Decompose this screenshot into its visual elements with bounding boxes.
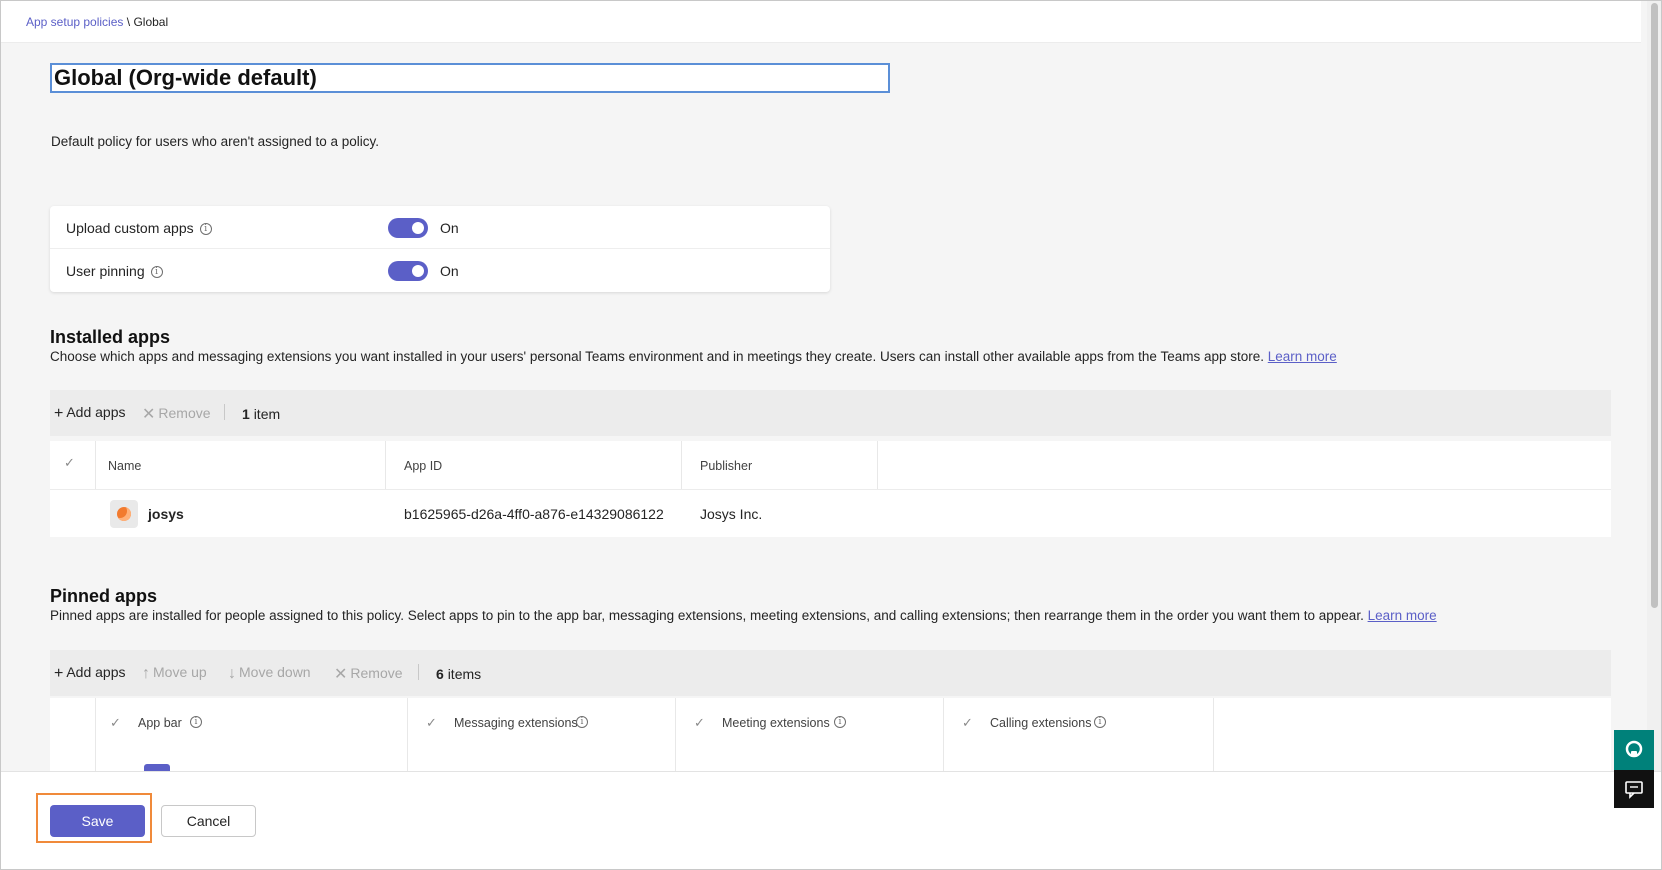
column-header-meeting-extensions[interactable]: ✓ Meeting extensions i: [676, 698, 944, 771]
installed-apps-title: Installed apps: [50, 327, 171, 347]
installed-item-count: 1 item: [242, 406, 280, 422]
pinned-apps-description: Pinned apps are installed for people ass…: [50, 608, 1437, 623]
installed-apps-command-bar: + Add apps ✕ Remove 1 item: [50, 390, 1611, 436]
pinned-apps-learn-more-link[interactable]: Learn more: [1368, 608, 1437, 623]
move-up-button[interactable]: ↑ Move up: [142, 664, 207, 683]
arrow-up-icon: ↑: [142, 665, 150, 682]
upload-custom-apps-toggle[interactable]: [388, 218, 428, 238]
installed-apps-table: ✓ Name App ID Publisher josys b1625965-d…: [50, 441, 1611, 537]
checkmark-icon: ✓: [64, 455, 75, 470]
toolbar-divider: [418, 664, 419, 680]
breadcrumb-current: Global: [133, 15, 169, 29]
column-header-name[interactable]: Name: [96, 441, 386, 489]
installed-apps-description-text: Choose which apps and messaging extensio…: [50, 349, 1264, 364]
policy-name-input[interactable]: [50, 63, 890, 93]
column-header-label: App ID: [404, 459, 443, 473]
info-icon[interactable]: i: [190, 716, 202, 728]
installed-remove-button[interactable]: ✕ Remove: [142, 404, 211, 424]
button-label: Move up: [153, 664, 207, 680]
column-header-calling-extensions[interactable]: ✓ Calling extensions i: [944, 698, 1214, 771]
column-header-publisher[interactable]: Publisher: [682, 441, 878, 489]
breadcrumb-parent-link[interactable]: App setup policies: [26, 15, 123, 29]
help-button[interactable]: [1614, 730, 1654, 770]
app-window: App setup policies \ Global Default poli…: [0, 0, 1662, 870]
scrollbar-thumb[interactable]: [1651, 3, 1658, 608]
app-publisher: Josys Inc.: [700, 506, 763, 522]
app-name: josys: [148, 506, 184, 522]
column-header-label: Name: [108, 459, 142, 473]
setting-row-upload-custom-apps: Upload custom apps i On: [50, 206, 830, 249]
checkmark-icon: ✓: [962, 715, 973, 730]
info-icon[interactable]: i: [576, 716, 588, 728]
pinned-remove-button[interactable]: ✕ Remove: [334, 664, 403, 684]
pinned-add-apps-button[interactable]: + Add apps: [54, 664, 126, 683]
setting-label-text: User pinning: [66, 263, 145, 279]
plus-icon: +: [54, 665, 64, 682]
pinned-apps-description-text: Pinned apps are installed for people ass…: [50, 608, 1364, 623]
column-header-messaging-extensions[interactable]: ✓ Messaging extensions i: [408, 698, 676, 771]
installed-apps-learn-more-link[interactable]: Learn more: [1268, 349, 1337, 364]
plus-icon: +: [54, 405, 64, 422]
column-header-label: App bar: [138, 716, 182, 730]
settings-card: Upload custom apps i On User pinning i On: [50, 206, 830, 292]
button-label: Remove: [350, 665, 403, 681]
setting-row-user-pinning: User pinning i On: [50, 249, 830, 292]
save-button[interactable]: Save: [50, 805, 145, 837]
setting-label-text: Upload custom apps: [66, 220, 194, 236]
button-label: Add apps: [66, 404, 126, 420]
info-icon[interactable]: i: [834, 716, 846, 728]
breadcrumb: App setup policies \ Global: [26, 15, 168, 29]
info-icon[interactable]: i: [150, 266, 163, 279]
installed-apps-description: Choose which apps and messaging extensio…: [50, 349, 1337, 364]
select-all-header[interactable]: ✓: [50, 441, 96, 489]
headset-icon: [1625, 740, 1643, 758]
table-row[interactable]: josys b1625965-d26a-4ff0-a876-e143290861…: [50, 489, 1611, 537]
column-header-label: Meeting extensions: [722, 716, 830, 730]
column-header-label: Publisher: [700, 459, 753, 473]
app-id: b1625965-d26a-4ff0-a876-e14329086122: [404, 506, 664, 522]
checkmark-icon: ✓: [694, 715, 705, 730]
button-label: Add apps: [66, 664, 126, 680]
top-bar: App setup policies \ Global: [1, 1, 1641, 43]
info-icon[interactable]: i: [1094, 716, 1106, 728]
pinned-apps-command-bar: + Add apps ↑ Move up ↓ Move down ✕ Remove 6 …: [50, 650, 1611, 696]
installed-add-apps-button[interactable]: + Add apps: [54, 404, 126, 423]
josys-app-icon: [110, 500, 138, 528]
breadcrumb-separator: \: [126, 15, 131, 29]
move-down-button[interactable]: ↓ Move down: [228, 664, 311, 683]
cancel-button[interactable]: Cancel: [161, 805, 256, 837]
app-tile-icon: [144, 764, 170, 771]
pinned-item-count: 6 items: [436, 666, 481, 682]
toggle-state: On: [440, 220, 459, 236]
toggle-state: On: [440, 263, 459, 279]
setting-label: Upload custom apps i: [66, 220, 212, 236]
pinned-apps-title: Pinned apps: [50, 586, 158, 606]
setting-label: User pinning i: [66, 263, 163, 279]
drag-column: [50, 698, 96, 771]
count-number: 6: [436, 666, 444, 682]
pinned-apps-table: ✓ App bar i ✓ Messaging extensions i ✓ M…: [50, 698, 1611, 771]
count-number: 1: [242, 406, 250, 422]
feedback-button[interactable]: [1614, 770, 1654, 808]
chat-icon: [1625, 781, 1643, 799]
page-scrollbar[interactable]: [1647, 1, 1661, 771]
column-header-label: Messaging extensions: [454, 716, 578, 730]
info-icon[interactable]: i: [199, 223, 212, 236]
close-icon: ✕: [334, 666, 348, 683]
column-header-app-id[interactable]: App ID: [386, 441, 682, 489]
arrow-down-icon: ↓: [228, 665, 236, 682]
policy-description: Default policy for users who aren't assi…: [51, 134, 379, 149]
column-header-app-bar[interactable]: ✓ App bar i: [96, 698, 408, 771]
button-label: Remove: [158, 405, 211, 421]
close-icon: ✕: [142, 406, 156, 423]
button-label: Move down: [239, 664, 311, 680]
toolbar-divider: [224, 404, 225, 420]
count-label: item: [253, 406, 281, 422]
column-header-label: Calling extensions: [990, 716, 1092, 730]
user-pinning-toggle[interactable]: [388, 261, 428, 281]
count-label: items: [447, 666, 482, 682]
checkmark-icon: ✓: [110, 715, 121, 730]
checkmark-icon: ✓: [426, 715, 437, 730]
